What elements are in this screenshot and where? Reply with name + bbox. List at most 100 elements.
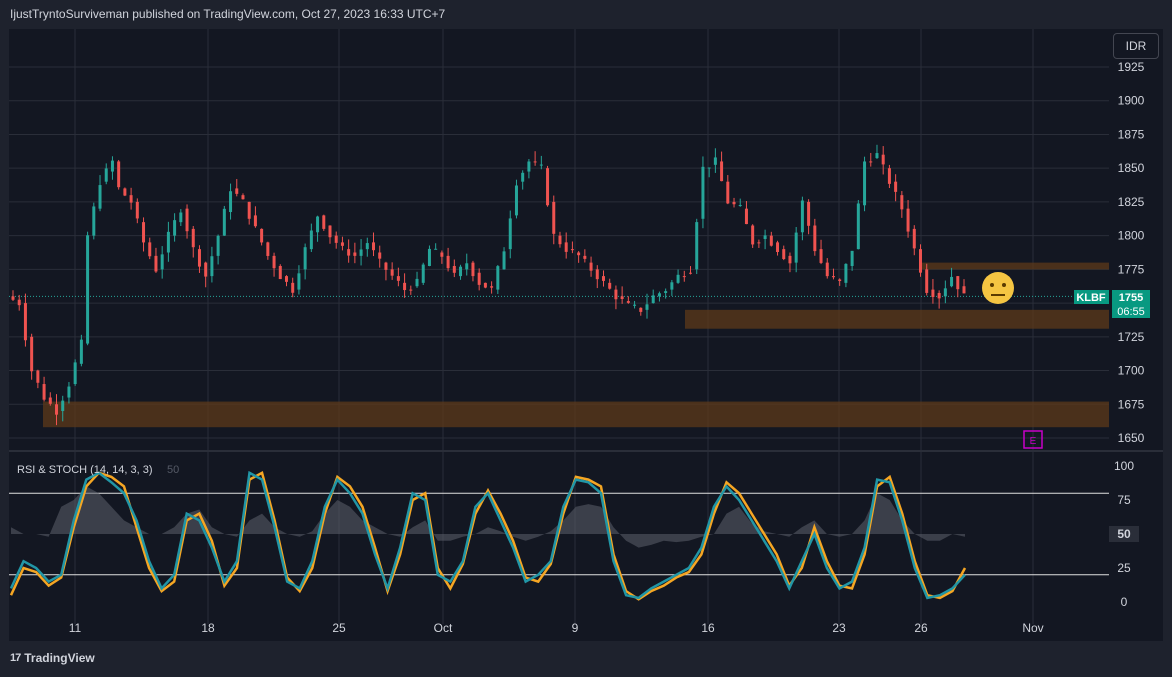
candle-body: [384, 262, 388, 270]
candle-body: [98, 185, 102, 209]
tradingview-logo[interactable]: 17 TradingView: [10, 651, 95, 665]
candle-body: [769, 235, 773, 246]
candle-body: [278, 265, 282, 280]
price-tick-label: 1700: [1118, 364, 1145, 378]
candle-body: [583, 255, 587, 259]
candle-body: [633, 304, 637, 306]
candle-body: [794, 232, 798, 263]
candle-body: [483, 282, 487, 288]
candle-body: [570, 249, 574, 251]
candle-body: [378, 252, 382, 259]
candle-body: [359, 249, 363, 256]
candle-body: [707, 167, 711, 169]
candle-body: [372, 242, 376, 251]
candle-body: [403, 282, 407, 291]
candle-body: [539, 164, 543, 166]
candle-body: [651, 295, 655, 304]
candle-body: [61, 400, 65, 412]
candle-body: [608, 282, 612, 289]
candle-body: [782, 249, 786, 260]
candle-body: [875, 153, 879, 159]
price-axis: 1650167517001725175017751800182518501875…: [1118, 60, 1145, 445]
time-tick-label: 11: [69, 621, 82, 635]
candle-body: [713, 157, 717, 165]
candle-body: [508, 218, 512, 250]
candle-body: [427, 248, 431, 266]
candle-body: [477, 272, 481, 285]
indicator-extra-value: 50: [167, 464, 179, 476]
candle-body: [55, 404, 59, 415]
time-tick-label: 26: [914, 621, 928, 635]
candle-body: [614, 289, 618, 300]
candle-body: [253, 215, 257, 227]
candle-body: [564, 242, 568, 252]
candle-body: [284, 276, 288, 282]
last-price-label: 1755: [1119, 292, 1143, 304]
candle-body: [79, 339, 83, 364]
candle-body: [446, 255, 450, 269]
price-tick-label: 1650: [1118, 431, 1145, 445]
time-tick-label: Nov: [1022, 621, 1043, 635]
candle-body: [894, 181, 898, 192]
candle-body: [533, 161, 537, 163]
candle-body: [309, 230, 313, 250]
candle-body: [720, 161, 724, 182]
candle-body: [595, 269, 599, 280]
candle-body: [521, 172, 525, 182]
candle-body: [229, 191, 233, 213]
candle-body: [365, 243, 369, 250]
candle-body: [216, 235, 220, 256]
candle-body: [204, 262, 208, 277]
candle-body: [459, 266, 463, 277]
candle-body: [452, 265, 456, 273]
candle-body: [844, 263, 848, 283]
candle-body: [645, 304, 649, 310]
candle-body: [527, 161, 531, 172]
candle-body: [831, 276, 835, 278]
candle-body: [421, 264, 425, 283]
candle-body: [328, 225, 332, 238]
candle-body: [409, 289, 413, 291]
candle-body: [173, 220, 177, 236]
resistance-zone: [919, 262, 1109, 270]
price-tick-label: 1850: [1118, 161, 1145, 175]
svg-text:E: E: [1030, 436, 1037, 447]
candle-body: [825, 262, 829, 277]
candle-body: [657, 293, 661, 297]
candle-body: [148, 242, 152, 257]
candle-body: [210, 256, 214, 277]
currency-button[interactable]: IDR: [1113, 33, 1159, 59]
candle-body: [297, 273, 301, 290]
candle-body: [918, 249, 922, 273]
candle-body: [962, 286, 966, 294]
candle-body: [117, 161, 121, 188]
candle-body: [838, 279, 842, 282]
candle-body: [110, 160, 114, 172]
candle-body: [247, 201, 251, 219]
rsi-stoch-pane: [9, 470, 1109, 601]
candle-body: [291, 282, 295, 293]
candle-body: [732, 201, 736, 205]
candle-body: [353, 252, 357, 256]
chart-canvas[interactable]: 1650167517001725175017751800182518501875…: [9, 29, 1163, 641]
support-zones: [9, 262, 1109, 428]
brand-name: TradingView: [24, 651, 95, 665]
candle-body: [763, 235, 767, 240]
candle-body: [191, 228, 195, 248]
candle-body: [856, 203, 860, 250]
candle-body: [135, 201, 139, 219]
osc-tick-label: 100: [1114, 459, 1134, 473]
osc-tick-label: 25: [1117, 561, 1131, 575]
neutral-face-icon[interactable]: [982, 272, 1014, 304]
candle-body: [303, 247, 307, 270]
candle-body: [956, 276, 960, 290]
candle-body: [235, 188, 239, 194]
candle-body: [807, 201, 811, 226]
candle-body: [260, 228, 264, 243]
candle-body: [347, 249, 351, 256]
chart-frame[interactable]: 1650167517001725175017751800182518501875…: [9, 29, 1163, 641]
candle-body: [166, 231, 170, 253]
price-tick-label: 1875: [1118, 127, 1145, 141]
candle-body: [589, 262, 593, 271]
time-axis[interactable]: 11 18 25 Oct 9 16 23 26 Nov: [69, 621, 1044, 635]
